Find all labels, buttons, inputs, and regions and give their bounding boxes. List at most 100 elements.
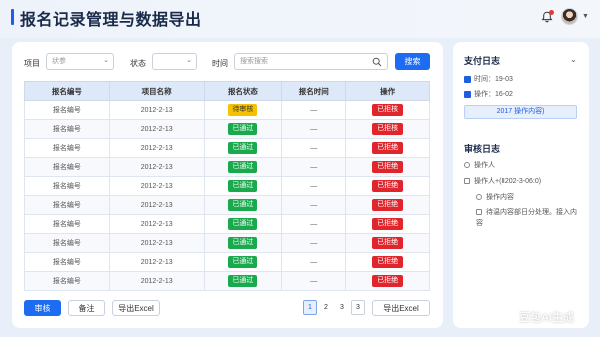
search-input[interactable]: 搜索搜索 — [234, 53, 388, 70]
column-header: 报名时间 — [281, 81, 347, 101]
table-cell-action: 已拒绝 — [345, 138, 430, 158]
avatar[interactable] — [561, 8, 578, 25]
table-cell-action: 已拒核 — [345, 100, 430, 120]
table-cell-status: 已通过 — [203, 176, 283, 196]
column-header: 报名编号 — [24, 81, 110, 101]
table-cell-project: 2012-2-13 — [108, 271, 205, 291]
table-cell-status: 已通过 — [203, 214, 283, 234]
table-cell-status: 已通过 — [203, 119, 283, 139]
table-cell-status: 已通过 — [203, 138, 283, 158]
table-cell-project: 2012-2-13 — [108, 138, 205, 158]
table-cell-id: 报名编号 — [24, 157, 110, 177]
page-button-3[interactable]: 3 — [335, 300, 349, 315]
table-cell-status: 已通过 — [203, 271, 283, 291]
reject-button[interactable]: 已拒绝 — [372, 237, 404, 249]
page-button-next[interactable]: 3 — [351, 300, 365, 315]
pay-log-title: 支付日志 — [464, 56, 501, 66]
home-icon — [464, 75, 471, 83]
search-placeholder: 搜索搜索 — [240, 58, 268, 65]
chevron-down-icon[interactable]: ▼ — [582, 13, 589, 20]
table-row[interactable]: 报名编号 2012-2-13 已通过 — 已拒核 — [24, 119, 430, 139]
table-cell-project: 2012-2-13 — [108, 119, 205, 139]
pay-log-time: 时间：19-03 — [464, 74, 513, 84]
radio-icon[interactable] — [476, 194, 482, 201]
audit-item-content: 操作内容 — [476, 192, 514, 202]
page-title: 报名记录管理与数据导出 — [20, 12, 202, 29]
table-row[interactable]: 报名编号 2012-2-13 已通过 — 已拒绝 — [24, 176, 430, 196]
chevron-down-icon: ⌄ — [186, 57, 192, 64]
pay-log-highlight[interactable]: 2017 操作内容) — [464, 105, 577, 119]
table-cell-action: 已拒核 — [345, 119, 430, 139]
project-select[interactable]: 状参 ⌄ — [46, 53, 114, 70]
pay-log-time-text: 时间：19-03 — [474, 76, 513, 83]
reject-button[interactable]: 已拒绝 — [372, 142, 404, 154]
reject-button[interactable]: 已拒核 — [372, 123, 404, 135]
column-header: 项目名称 — [108, 81, 205, 101]
table-row[interactable]: 报名编号 2012-2-13 待审核 — 已拒核 — [24, 100, 430, 120]
chevron-down-icon[interactable]: ⌄ — [570, 55, 577, 64]
reject-button[interactable]: 已拒绝 — [372, 275, 404, 287]
table-cell-time: — — [281, 214, 347, 234]
table-cell-id: 报名编号 — [24, 119, 110, 139]
time-filter-label: 时间 — [212, 59, 228, 68]
table-cell-action: 已拒绝 — [345, 195, 430, 215]
table-cell-time: — — [281, 252, 347, 272]
audit-item-pending: 待温内容部日分处理。接入内容 — [476, 207, 580, 229]
reject-button[interactable]: 已拒绝 — [372, 180, 404, 192]
table-cell-time: — — [281, 119, 347, 139]
table-cell-id: 报名编号 — [24, 271, 110, 291]
status-badge: 已通过 — [228, 180, 258, 192]
table-cell-time: — — [281, 233, 347, 253]
status-badge: 已通过 — [228, 275, 258, 287]
watermark: 豆包AI生成 — [519, 312, 574, 324]
table-row[interactable]: 报名编号 2012-2-13 已通过 — 已拒绝 — [24, 271, 430, 291]
reject-button[interactable]: 已拒绝 — [372, 199, 404, 211]
search-icon[interactable] — [372, 57, 382, 67]
table-cell-status: 已通过 — [203, 195, 283, 215]
table-cell-action: 已拒绝 — [345, 233, 430, 253]
table-cell-status: 待审核 — [203, 100, 283, 120]
export-excel-right-button[interactable]: 导出Excel — [372, 300, 430, 316]
table-cell-action: 已拒绝 — [345, 157, 430, 177]
table-cell-id: 报名编号 — [24, 100, 110, 120]
note-button[interactable]: 备注 — [68, 300, 105, 316]
table-row[interactable]: 报名编号 2012-2-13 已通过 — 已拒绝 — [24, 157, 430, 177]
table-cell-id: 报名编号 — [24, 176, 110, 196]
table-header-row: 报名编号 项目名称 报名状态 报名时间 操作 — [24, 81, 430, 101]
project-select-placeholder: 状参 — [52, 58, 66, 65]
notification-dot — [549, 10, 554, 15]
table-row[interactable]: 报名编号 2012-2-13 已通过 — 已拒绝 — [24, 252, 430, 272]
table-row[interactable]: 报名编号 2012-2-13 已通过 — 已拒绝 — [24, 138, 430, 158]
audit-log-title: 审核日志 — [464, 144, 501, 154]
checkbox-icon[interactable] — [476, 209, 482, 216]
header-bar: 报名记录管理与数据导出 ▼ — [0, 0, 600, 38]
reject-button[interactable]: 已拒绝 — [372, 218, 404, 230]
status-badge: 已通过 — [228, 218, 258, 230]
table-cell-time: — — [281, 176, 347, 196]
export-excel-button[interactable]: 导出Excel — [112, 300, 160, 316]
table-cell-status: 已通过 — [203, 233, 283, 253]
status-badge: 已通过 — [228, 199, 258, 211]
table-row[interactable]: 报名编号 2012-2-13 已通过 — 已拒绝 — [24, 233, 430, 253]
review-button[interactable]: 审核 — [24, 300, 61, 316]
reject-button[interactable]: 已拒绝 — [372, 161, 404, 173]
reject-button[interactable]: 已拒核 — [372, 104, 404, 116]
table-cell-id: 报名编号 — [24, 195, 110, 215]
table-cell-project: 2012-2-13 — [108, 214, 205, 234]
page-button-2[interactable]: 2 — [319, 300, 333, 315]
project-filter-label: 项目 — [24, 59, 40, 68]
search-button[interactable]: 搜索 — [395, 53, 430, 70]
audit-item-text: 操作内容 — [486, 194, 514, 201]
column-header: 报名状态 — [203, 81, 283, 101]
table-row[interactable]: 报名编号 2012-2-13 已通过 — 已拒绝 — [24, 195, 430, 215]
page-button-1[interactable]: 1 — [303, 300, 317, 315]
table-cell-project: 2012-2-13 — [108, 233, 205, 253]
checkbox-icon[interactable] — [464, 178, 470, 185]
mail-icon — [464, 90, 471, 98]
reject-button[interactable]: 已拒绝 — [372, 256, 404, 268]
table-cell-status: 已通过 — [203, 157, 283, 177]
table-row[interactable]: 报名编号 2012-2-13 已通过 — 已拒绝 — [24, 214, 430, 234]
audit-item-text: 操作人 — [474, 162, 495, 169]
radio-icon[interactable] — [464, 162, 470, 169]
status-select[interactable]: ⌄ — [152, 53, 197, 70]
